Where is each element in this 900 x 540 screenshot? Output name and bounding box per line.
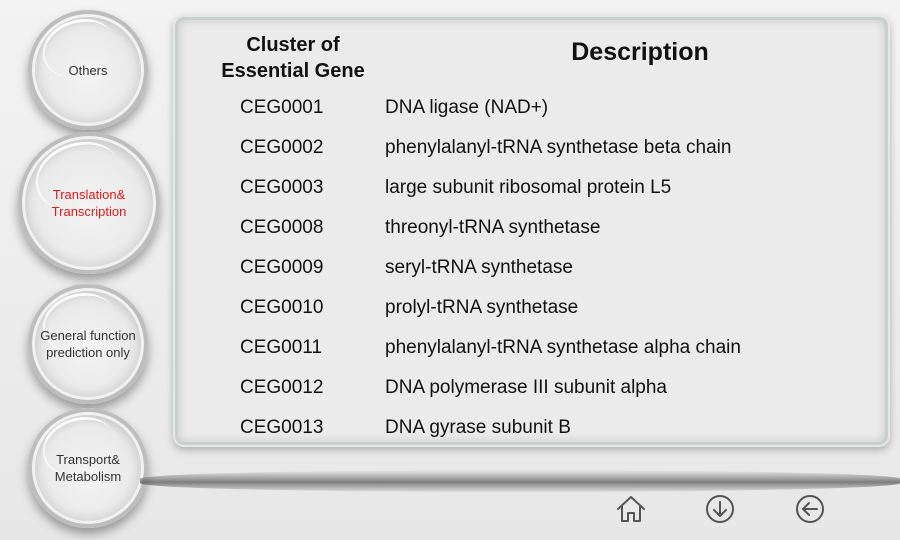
gene-id: CEG0011 [240, 337, 323, 358]
table-row: CEG0010 prolyl-tRNA synthetase [178, 288, 885, 328]
category-others-button[interactable]: Others [28, 10, 148, 130]
scroll-down-button[interactable] [703, 492, 737, 526]
category-label: Others [68, 62, 108, 78]
gene-description: DNA polymerase III subunit alpha [385, 377, 667, 398]
gene-id: CEG0001 [240, 97, 324, 118]
table-row: CEG0001 DNA ligase (NAD+) [178, 88, 885, 128]
gene-id: CEG0009 [240, 257, 324, 278]
table-row: CEG0002 phenylalanyl-tRNA synthetase bet… [178, 128, 885, 168]
category-translation-transcription-button[interactable]: Translation& Transcription [18, 132, 160, 274]
gene-id: CEG0010 [240, 297, 324, 318]
table-row: CEG0008 threonyl-tRNA synthetase [178, 208, 885, 248]
category-general-function-button[interactable]: General function prediction only [28, 284, 148, 404]
gene-id: CEG0003 [240, 177, 324, 198]
gene-description: phenylalanyl-tRNA synthetase beta chain [385, 137, 732, 158]
gene-description: threonyl-tRNA synthetase [385, 217, 601, 238]
gene-table-rows: CEG0001 DNA ligase (NAD+) CEG0002 phenyl… [178, 88, 885, 442]
bottom-divider [140, 470, 900, 492]
home-icon [617, 496, 645, 522]
cluster-column-header: Cluster of Essential Gene [221, 34, 365, 82]
gene-description: DNA gyrase subunit B [385, 417, 571, 438]
gene-id: CEG0012 [240, 377, 324, 398]
table-row: CEG0009 seryl-tRNA synthetase [178, 248, 885, 288]
back-button[interactable] [793, 492, 827, 526]
gene-id: CEG0008 [240, 217, 324, 238]
category-transport-metabolism-button[interactable]: Transport& Metabolism [28, 408, 148, 528]
gene-description: large subunit ribosomal protein L5 [385, 177, 672, 198]
gene-id: CEG0013 [240, 417, 324, 438]
category-label: Translation& Transcription [51, 187, 127, 219]
table-row: CEG0003 large subunit ribosomal protein … [178, 168, 885, 208]
gene-id: CEG0002 [240, 137, 324, 158]
gene-table-panel[interactable]: Cluster of Essential Gene Description CE… [178, 20, 885, 442]
gene-description: DNA ligase (NAD+) [385, 97, 549, 118]
home-button[interactable] [614, 492, 648, 526]
table-row: CEG0011 phenylalanyl-tRNA synthetase alp… [178, 328, 885, 368]
gene-description: seryl-tRNA synthetase [385, 257, 573, 278]
arrow-left-icon [796, 495, 824, 523]
gene-description: prolyl-tRNA synthetase [385, 297, 579, 318]
category-label: General function prediction only [40, 328, 136, 360]
gene-description: phenylalanyl-tRNA synthetase alpha chain [385, 337, 741, 358]
description-column-header: Description [571, 38, 709, 66]
arrow-down-icon [706, 495, 734, 523]
table-row: CEG0013 DNA gyrase subunit B [178, 408, 885, 442]
table-row: CEG0012 DNA polymerase III subunit alpha [178, 368, 885, 408]
category-label: Transport& Metabolism [54, 452, 122, 484]
